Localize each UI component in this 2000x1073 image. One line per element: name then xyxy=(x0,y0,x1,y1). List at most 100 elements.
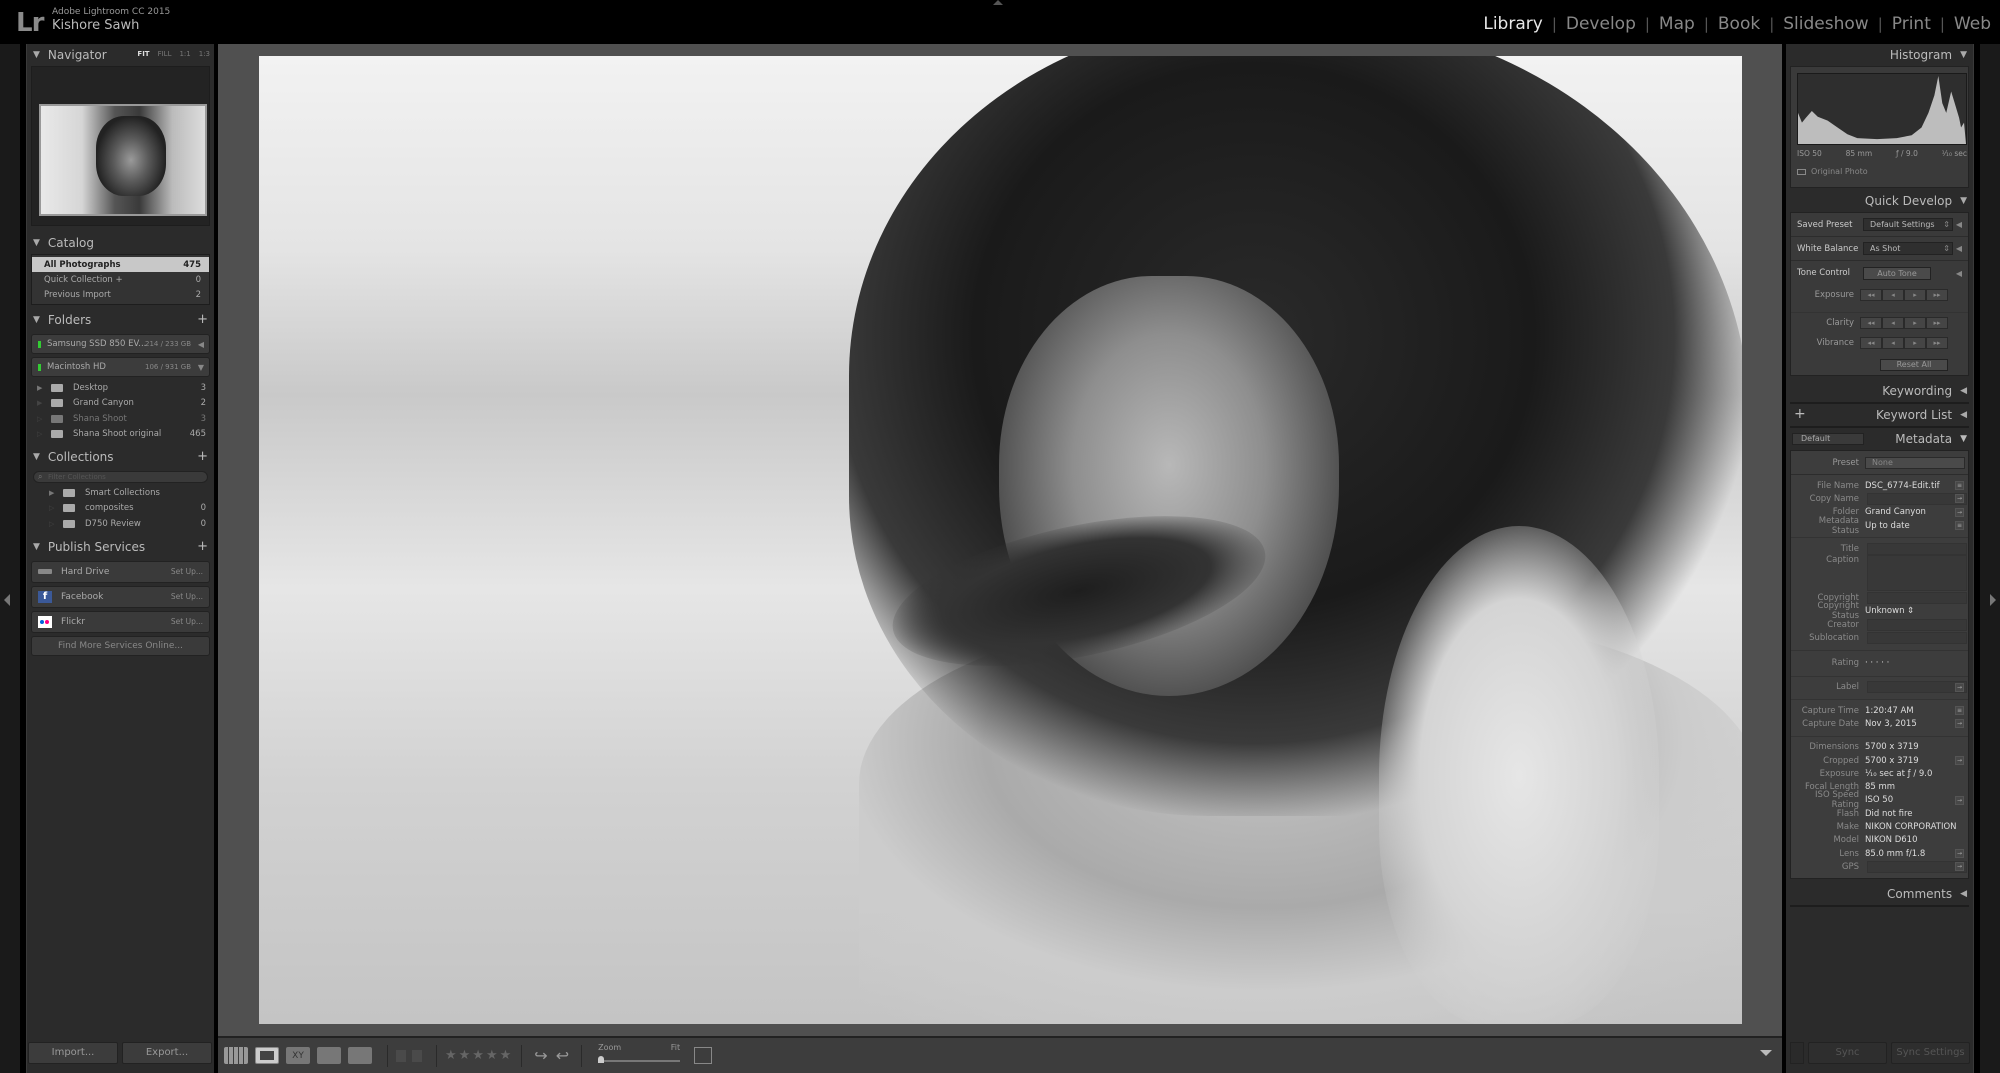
copyright-status-select[interactable]: Unknown ⇕ xyxy=(1865,606,1914,616)
zoom-fit[interactable]: FIT xyxy=(137,50,149,58)
rating-stars[interactable]: · · · · · xyxy=(1865,658,1889,668)
add-publish-service-button[interactable]: + xyxy=(197,539,208,554)
module-develop[interactable]: Develop xyxy=(1557,14,1645,34)
decrease-small-button[interactable]: ◂ xyxy=(1882,289,1904,301)
collapse-triangle-icon[interactable]: ▼ xyxy=(1960,434,1967,444)
main-photo[interactable] xyxy=(259,56,1742,1024)
people-view-icon[interactable] xyxy=(348,1047,372,1064)
increase-small-button[interactable]: ▸ xyxy=(1904,317,1926,329)
reject-flag-icon[interactable] xyxy=(412,1049,422,1062)
collapse-triangle-icon[interactable]: ▼ xyxy=(33,315,40,325)
module-library[interactable]: Library xyxy=(1474,14,1551,34)
goto-arrow-icon[interactable]: → xyxy=(1955,682,1964,692)
goto-arrow-icon[interactable]: → xyxy=(1955,795,1964,805)
file-name-input[interactable]: DSC_6774-Edit.tif xyxy=(1865,481,1940,491)
right-panel-edge[interactable] xyxy=(1980,44,2000,1073)
goto-arrow-icon[interactable]: → xyxy=(1955,507,1964,517)
folder-shana-shoot-original[interactable]: ▷ Shana Shoot original 465 xyxy=(27,427,214,443)
expand-triangle-icon[interactable]: ◀ xyxy=(1960,889,1967,899)
disclosure-triangle-icon[interactable]: ▶ xyxy=(49,489,63,497)
setup-link[interactable]: Set Up... xyxy=(171,617,203,626)
catalog-header[interactable]: ▼ Catalog xyxy=(27,232,214,254)
sync-button[interactable]: Sync xyxy=(1808,1042,1887,1064)
module-book[interactable]: Book xyxy=(1709,14,1769,34)
collapse-triangle-icon[interactable]: ▼ xyxy=(33,50,40,60)
folder-shana-shoot[interactable]: ▷ Shana Shoot 3 xyxy=(27,411,214,427)
zoom-fill[interactable]: FILL xyxy=(158,50,172,58)
collection-smart-collections[interactable]: ▶ Smart Collections xyxy=(27,485,214,501)
expand-arrow-icon[interactable]: ◀ xyxy=(1956,244,1962,253)
setup-link[interactable]: Set Up... xyxy=(171,592,203,601)
expand-arrow-icon[interactable]: ◀ xyxy=(1956,220,1962,229)
navigator-header[interactable]: ▼ Navigator FIT FILL 1:1 1:3 xyxy=(27,44,214,66)
toolbar-menu-icon[interactable] xyxy=(1760,1050,1772,1056)
reset-all-button[interactable]: Reset All xyxy=(1880,359,1948,371)
decrease-small-button[interactable]: ◂ xyxy=(1882,317,1904,329)
decrease-small-button[interactable]: ◂ xyxy=(1882,337,1904,349)
metadata-view-select[interactable]: Default xyxy=(1792,433,1864,445)
volume-samsung-ssd[interactable]: Samsung SSD 850 EV... 214 / 233 GB ◀ xyxy=(31,334,210,354)
collapse-triangle-icon[interactable]: ▼ xyxy=(1960,196,1967,206)
comments-header[interactable]: Comments ◀ xyxy=(1786,883,1973,905)
goto-arrow-icon[interactable]: → xyxy=(1955,719,1964,729)
export-button[interactable]: Export... xyxy=(122,1042,212,1064)
expand-triangle-icon[interactable]: ◀ xyxy=(1960,386,1967,396)
increase-large-button[interactable]: ▸▸ xyxy=(1926,289,1948,301)
auto-sync-toggle[interactable] xyxy=(1790,1042,1804,1064)
collapse-triangle-icon[interactable]: ▼ xyxy=(33,452,40,462)
increase-small-button[interactable]: ▸ xyxy=(1904,337,1926,349)
publish-hard-drive[interactable]: Hard Drive Set Up... xyxy=(31,560,210,583)
zoom-1-3[interactable]: 1:3 xyxy=(199,50,210,58)
expand-right-icon[interactable] xyxy=(1990,594,1996,606)
rotate-right-icon[interactable]: ↩ xyxy=(556,1046,569,1065)
left-panel-edge[interactable] xyxy=(0,44,20,1073)
white-balance-select[interactable]: As Shot xyxy=(1863,242,1953,255)
navigator-preview[interactable] xyxy=(31,66,210,226)
keyword-list-header[interactable]: + Keyword List ◀ xyxy=(1786,404,1973,426)
import-button[interactable]: Import... xyxy=(28,1042,118,1064)
expand-triangle-icon[interactable]: ◀ xyxy=(1960,410,1967,420)
checkbox-icon[interactable] xyxy=(1797,168,1806,175)
publish-facebook[interactable]: f Facebook Set Up... xyxy=(31,585,210,608)
folder-desktop[interactable]: ▶ Desktop 3 xyxy=(27,380,214,396)
increase-large-button[interactable]: ▸▸ xyxy=(1926,337,1948,349)
increase-large-button[interactable]: ▸▸ xyxy=(1926,317,1948,329)
catalog-item-all-photographs[interactable]: All Photographs 475 xyxy=(32,257,209,272)
expand-arrow-icon[interactable]: ◀ xyxy=(198,340,204,349)
copyright-input[interactable] xyxy=(1867,592,1967,605)
loupe-view-icon[interactable] xyxy=(255,1047,279,1064)
sync-settings-button[interactable]: Sync Settings xyxy=(1891,1042,1970,1064)
find-more-services-button[interactable]: Find More Services Online... xyxy=(31,635,210,656)
goto-arrow-icon[interactable]: → xyxy=(1955,756,1964,765)
collapse-arrow-icon[interactable]: ▼ xyxy=(198,363,204,372)
volume-macintosh-hd[interactable]: Macintosh HD 106 / 931 GB ▼ xyxy=(31,357,210,377)
grid-view-icon[interactable] xyxy=(224,1047,248,1064)
caption-input[interactable] xyxy=(1867,555,1967,592)
collapse-triangle-icon[interactable]: ▼ xyxy=(33,238,40,248)
module-slideshow[interactable]: Slideshow xyxy=(1774,14,1877,34)
saved-preset-select[interactable]: Default Settings xyxy=(1863,218,1953,231)
expand-arrow-icon[interactable]: ◀ xyxy=(1956,269,1962,278)
collapse-triangle-icon[interactable]: ▼ xyxy=(33,542,40,552)
survey-view-icon[interactable] xyxy=(317,1047,341,1064)
gps-input[interactable] xyxy=(1867,860,1967,873)
list-icon[interactable]: ≡ xyxy=(1955,481,1964,491)
rotate-left-icon[interactable]: ↪ xyxy=(534,1046,547,1065)
collection-composites[interactable]: ▷ composites 0 xyxy=(27,501,214,517)
histogram-graph[interactable] xyxy=(1797,73,1967,145)
folders-header[interactable]: ▼ Folders + xyxy=(27,309,214,331)
list-icon[interactable]: ≡ xyxy=(1955,521,1964,531)
catalog-item-previous-import[interactable]: Previous Import 2 xyxy=(32,287,209,302)
keywording-header[interactable]: Keywording ◀ xyxy=(1786,380,1973,402)
star-rating[interactable]: ★★★★★ xyxy=(445,1048,513,1063)
catalog-item-quick-collection[interactable]: Quick Collection + 0 xyxy=(32,272,209,287)
pick-flag-icon[interactable] xyxy=(396,1049,406,1062)
module-print[interactable]: Print xyxy=(1883,14,1940,34)
increase-small-button[interactable]: ▸ xyxy=(1904,289,1926,301)
zoom-track[interactable] xyxy=(600,1059,681,1062)
preset-select[interactable]: None xyxy=(1865,456,1965,469)
decrease-large-button[interactable]: ◂◂ xyxy=(1860,317,1882,329)
zoom-1-1[interactable]: 1:1 xyxy=(179,50,190,58)
add-collection-button[interactable]: + xyxy=(197,449,208,464)
publish-services-header[interactable]: ▼ Publish Services + xyxy=(27,536,214,558)
